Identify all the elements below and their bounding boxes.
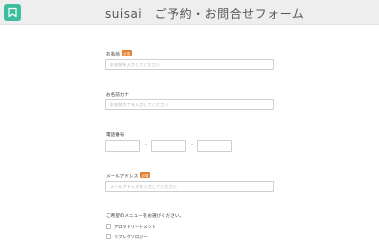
phone-input-2[interactable] (151, 140, 186, 152)
menu-option-label: アロマトリートメント (114, 224, 156, 229)
bookmark-icon (4, 4, 21, 21)
name-kana-label: お名前カナ (106, 93, 129, 98)
checkbox[interactable] (106, 234, 111, 239)
menu-label: ご希望のメニューをお選びください。 (106, 214, 185, 219)
phone-input-1[interactable] (105, 140, 140, 152)
name-label: お名前 必須 (106, 50, 132, 58)
checkbox[interactable] (106, 224, 111, 229)
email-input[interactable] (105, 181, 274, 192)
phone-separator: - (145, 142, 147, 148)
required-badge: 必須 (121, 50, 132, 56)
name-label-text: お名前 (106, 52, 120, 58)
menu-option-label: リフレクソロジー (114, 234, 148, 239)
phone-separator: - (191, 142, 193, 148)
name-input[interactable] (105, 59, 274, 70)
email-label-text: メールアドレス (106, 174, 139, 180)
phone-input-3[interactable] (197, 140, 232, 152)
required-badge: 必須 (140, 172, 150, 178)
email-label: メールアドレス 必須 (106, 172, 150, 180)
name-kana-input[interactable] (105, 99, 274, 110)
header-bar: suisai ご予約・お問合せフォーム (0, 0, 379, 25)
phone-label: 電話番号 (106, 133, 125, 138)
page-title: suisai ご予約・お問合せフォーム (105, 7, 305, 21)
